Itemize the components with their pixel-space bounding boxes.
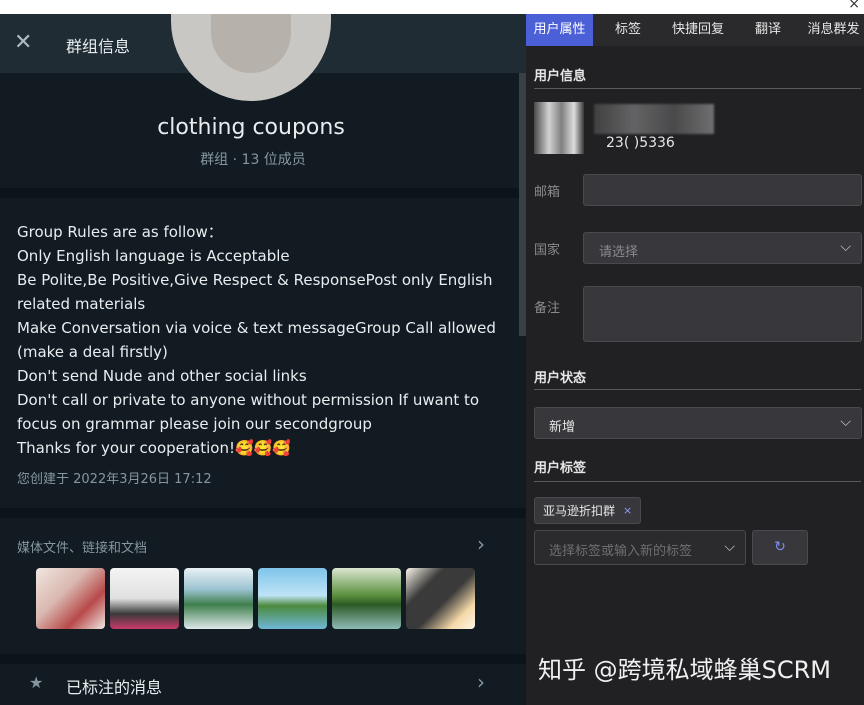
chevron-down-icon: ⌵ xyxy=(840,239,851,255)
description-line: Only English language is Acceptable xyxy=(17,247,290,265)
tag-select-placeholder: 选择标签或输入新的标签 xyxy=(549,544,693,559)
page-title: 群组信息 xyxy=(66,37,131,56)
description-line: Make Conversation via voice & text messa… xyxy=(17,319,496,337)
divider xyxy=(534,88,861,89)
divider xyxy=(0,654,526,664)
tab-broadcast[interactable]: 消息群发 xyxy=(803,14,864,46)
tab-user-attributes[interactable]: 用户属性 xyxy=(526,14,593,46)
divider xyxy=(0,188,526,198)
user-status-title: 用户状态 xyxy=(534,371,587,386)
description-line: Group Rules are as follow： xyxy=(17,223,223,241)
media-thumbnail[interactable] xyxy=(110,568,179,629)
chevron-right-icon[interactable]: › xyxy=(477,532,485,556)
starred-messages-row[interactable]: ★ 已标注的消息 › xyxy=(0,664,526,705)
description-last-line: Thanks for your cooperation! xyxy=(17,439,235,457)
description-line: focus on grammar please join our secondg… xyxy=(17,415,372,433)
group-description: Group Rules are as follow： Only English … xyxy=(0,198,526,508)
user-info-title: 用户信息 xyxy=(534,69,587,84)
watermark: 知乎 @跨境私域蜂巢SCRM xyxy=(538,656,832,684)
note-label: 备注 xyxy=(534,301,561,316)
chevron-down-icon: ⌵ xyxy=(840,414,851,430)
group-avatar[interactable] xyxy=(171,14,331,101)
group-member-count: 群组 · 13 位成员 xyxy=(200,152,306,168)
description-line: Don't call or private to anyone without … xyxy=(17,391,480,409)
email-field[interactable] xyxy=(583,174,862,206)
media-thumbnail[interactable] xyxy=(406,568,475,629)
description-line: (make a deal firstly) xyxy=(17,343,168,361)
starred-messages-label: 已标注的消息 xyxy=(66,678,163,697)
media-section[interactable]: 媒体文件、链接和文档 › xyxy=(0,518,526,654)
crm-side-panel: 用户属性 标签 快捷回复 翻译 消息群发 用户信息 23( )5336 邮箱 国… xyxy=(526,14,864,705)
star-icon: ★ xyxy=(29,673,44,692)
tab-quick-reply[interactable]: 快捷回复 xyxy=(663,14,733,46)
media-thumbnail[interactable] xyxy=(332,568,401,629)
description-text: Group Rules are as follow： Only English … xyxy=(17,220,496,460)
scrollbar[interactable] xyxy=(519,73,526,336)
tab-translate[interactable]: 翻译 xyxy=(733,14,803,46)
country-select[interactable]: 请选择 ⌵ xyxy=(583,232,862,264)
chevron-down-icon: ⌵ xyxy=(724,539,735,555)
email-label: 邮箱 xyxy=(534,185,561,200)
user-phone: 23( )5336 xyxy=(606,135,675,151)
tab-tags[interactable]: 标签 xyxy=(593,14,663,46)
refresh-button[interactable]: ↻ xyxy=(752,530,808,565)
group-profile: clothing coupons 群组 · 13 位成员 xyxy=(0,14,526,188)
media-thumbnails xyxy=(36,568,475,629)
tag-select-input[interactable]: 选择标签或输入新的标签 ⌵ xyxy=(534,530,746,565)
divider xyxy=(534,481,861,482)
close-icon[interactable]: ✕ xyxy=(14,32,32,54)
created-timestamp: 您创建于 2022年3月26日 17:12 xyxy=(17,472,212,487)
media-thumbnail[interactable] xyxy=(36,568,105,629)
group-info-panel: ✕ 群组信息 clothing coupons 群组 · 13 位成员 Grou… xyxy=(0,14,526,705)
status-value: 新增 xyxy=(549,420,576,435)
media-thumbnail[interactable] xyxy=(184,568,253,629)
close-icon[interactable]: × xyxy=(623,504,632,517)
crm-tabs: 用户属性 标签 快捷回复 翻译 消息群发 xyxy=(526,14,864,46)
group-name: clothing coupons xyxy=(157,115,345,140)
user-name-redacted xyxy=(594,104,714,134)
description-line: Thanks for your cooperation!🥰🥰🥰 xyxy=(17,436,487,460)
media-section-title: 媒体文件、链接和文档 xyxy=(17,541,148,556)
user-tags-title: 用户标签 xyxy=(534,461,587,476)
refresh-icon: ↻ xyxy=(774,539,786,555)
description-line: Be Polite,Be Positive,Give Respect & Res… xyxy=(17,271,493,289)
tag-chip-label: 亚马逊折扣群 xyxy=(543,504,616,518)
tag-chip: 亚马逊折扣群 × xyxy=(534,497,642,524)
country-placeholder: 请选择 xyxy=(599,245,639,260)
description-line: related materials xyxy=(17,295,146,313)
divider xyxy=(0,508,526,518)
note-textarea[interactable] xyxy=(583,286,862,342)
window-close-icon[interactable]: × xyxy=(848,0,860,12)
smiling-hearts-emoji-icon: 🥰🥰🥰 xyxy=(234,439,292,457)
description-line: Don't send Nude and other social links xyxy=(17,367,307,385)
window-top-bar: × xyxy=(0,0,864,14)
country-label: 国家 xyxy=(534,243,561,258)
avatar xyxy=(534,102,584,154)
media-thumbnail[interactable] xyxy=(258,568,327,629)
divider xyxy=(534,389,861,390)
chevron-right-icon: › xyxy=(477,670,485,694)
status-select[interactable]: 新增 ⌵ xyxy=(534,407,862,439)
